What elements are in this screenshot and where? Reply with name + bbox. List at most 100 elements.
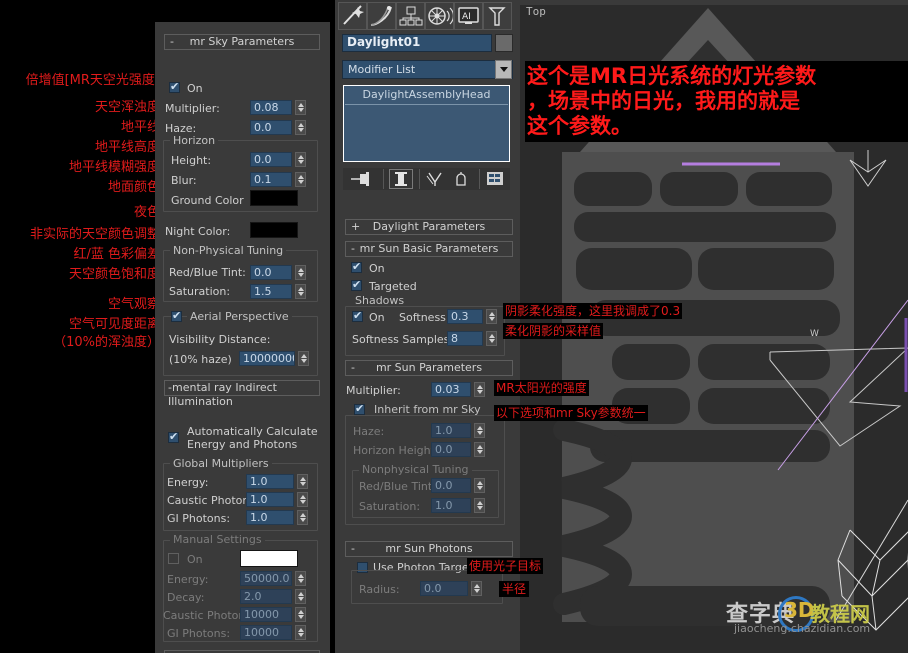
manual-caustic-spinner[interactable] [295,607,306,622]
modifier-stack-item-0[interactable]: DaylightAssemblyHead [344,88,509,102]
softness-samples-input[interactable]: 8 [447,331,483,346]
manual-on-checkbox[interactable] [168,553,179,564]
rollout-indirect-illumination[interactable]: -mental ray Indirect Illumination [164,380,320,408]
svg-text:W: W [810,329,819,339]
sky-saturation-input[interactable]: 1.5 [250,284,292,299]
modify-tab[interactable] [367,2,396,30]
mr-sky-multiplier-label: Multiplier: [165,102,220,115]
sun-targeted-label: Targeted [369,280,417,293]
rollout-mr-sun-basic-parameters[interactable]: - mr Sun Basic Parameters [345,241,513,257]
sky-red-blue-tint-input[interactable]: 0.0 [250,265,292,280]
sun-multiplier-label: Multiplier: [346,384,401,397]
manual-energy-input[interactable]: 50000.0 [240,571,292,586]
sky-saturation-label: Saturation: [169,285,231,298]
mr-sky-on-checkbox[interactable] [169,80,180,93]
manual-caustic-input[interactable]: 10000 [240,607,292,622]
photon-radius-label: Radius: [359,583,400,596]
mr-sky-multiplier-spinner[interactable] [295,100,306,115]
rollout-mr-sun-photons[interactable]: - mr Sun Photons [345,541,513,557]
mr-sky-panel: - mr Sky Parameters On Multiplier: 0.08 … [155,22,330,653]
rollout-daylight-parameters[interactable]: + Daylight Parameters [345,219,513,235]
object-name-input[interactable]: Daylight01 [342,34,492,52]
softness-spinner[interactable] [486,309,497,324]
manual-settings-title: Manual Settings [170,534,265,545]
sun-haze-spinner[interactable] [474,423,485,438]
indirect-rollout-title: mental ray Indirect Illumination [168,381,277,408]
visibility-distance-input[interactable]: 10000000. [239,351,295,366]
manual-gi-input[interactable]: 10000 [240,625,292,640]
shadows-on-checkbox[interactable] [352,309,363,322]
gm-caustic-photons-input[interactable]: 1.0 [246,492,294,507]
inherit-from-mr-sky-checkbox[interactable] [354,402,365,415]
annotation-sun-multiplier: MR太阳光的强度 [494,380,589,396]
decay-spinner[interactable] [295,589,306,604]
manual-on-label: On [187,553,203,566]
pin-stack-button[interactable] [349,171,375,187]
gm-energy-input[interactable]: 1.0 [246,474,294,489]
photon-radius-input[interactable]: 0.0 [420,581,468,596]
sun-saturation-input[interactable]: 1.0 [431,498,471,513]
daylight-collapse-sign: + [351,220,361,233]
show-end-result-button[interactable] [389,169,413,189]
sun-multiplier-input[interactable]: 0.03 [431,382,471,397]
display-tab[interactable]: AI [454,2,483,30]
mr-sky-haze-input[interactable]: 0.0 [250,120,292,135]
mr-sky-haze-spinner[interactable] [295,120,306,135]
object-color-swatch[interactable] [495,34,513,52]
gm-gi-photons-input[interactable]: 1.0 [246,510,294,525]
visibility-distance-spinner[interactable] [298,351,309,366]
make-unique-button[interactable] [425,171,449,188]
rollout-mr-sun-parameters[interactable]: - mr Sun Parameters [345,360,513,376]
softness-input[interactable]: 0.3 [447,309,483,324]
sun-haze-label: Haze: [353,425,385,438]
sun-red-blue-tint-spinner[interactable] [474,478,485,493]
sky-saturation-spinner[interactable] [295,284,306,299]
horizon-blur-input[interactable]: 0.1 [250,172,292,187]
gm-caustic-photons-spinner[interactable] [297,492,308,507]
rollout-mr-sky-parameters[interactable]: - mr Sky Parameters [164,34,320,50]
gm-energy-label: Energy: [167,476,209,489]
mr-sky-multiplier-input[interactable]: 0.08 [250,100,292,115]
remove-modifier-button[interactable] [451,171,473,188]
sun-haze-input[interactable]: 1.0 [431,423,471,438]
display-icon: AI [458,7,479,24]
photon-radius-spinner[interactable] [471,581,482,596]
sun-horizon-height-spinner[interactable] [474,442,485,457]
configure-modifier-sets-button[interactable] [485,170,507,188]
sky-red-blue-tint-spinner[interactable] [295,265,306,280]
night-color-label: Night Color: [165,225,231,238]
sun-targeted-checkbox[interactable] [351,278,362,291]
modifier-list-dropdown[interactable]: Modifier List [342,60,513,79]
softness-samples-spinner[interactable] [486,331,497,346]
hierarchy-tab[interactable] [396,2,425,30]
ground-color-swatch[interactable] [250,190,298,206]
horizon-height-label: Height: [171,154,212,167]
manual-color-swatch[interactable] [240,550,298,567]
screenshot-root: Top W 这个是MR日光系统的灯光参数 ，场景中的日光，我用的就是 这个参数。… [0,0,908,653]
sun-multiplier-spinner[interactable] [474,382,485,397]
horizon-height-spinner[interactable] [295,152,306,167]
utilities-tab[interactable] [483,2,512,30]
decay-input[interactable]: 2.0 [240,589,292,604]
sun-horizon-height-input[interactable]: 0.0 [431,442,471,457]
auto-calc-checkbox[interactable] [168,430,179,443]
manual-gi-spinner[interactable] [295,625,306,640]
modifier-list-chevron-down-icon[interactable] [495,60,512,79]
annotation-left-8: 红/蓝 色彩偏差 [73,247,160,262]
horizon-blur-spinner[interactable] [295,172,306,187]
command-panel-tabs: AI [338,2,518,31]
sun-saturation-spinner[interactable] [474,498,485,513]
gm-energy-spinner[interactable] [297,474,308,489]
sun-on-checkbox[interactable] [351,260,362,273]
aerial-perspective-checkbox[interactable] [171,309,182,322]
horizon-height-input[interactable]: 0.0 [250,152,292,167]
modifier-stack[interactable]: DaylightAssemblyHead [343,85,510,162]
create-tab[interactable] [338,2,367,30]
hammer-icon [488,7,506,26]
manual-energy-spinner[interactable] [295,571,306,586]
motion-tab[interactable] [425,2,454,30]
night-color-swatch[interactable] [250,222,298,238]
sun-red-blue-tint-input[interactable]: 0.0 [431,478,471,493]
hierarchy-icon [399,6,423,26]
gm-gi-photons-spinner[interactable] [297,510,308,525]
